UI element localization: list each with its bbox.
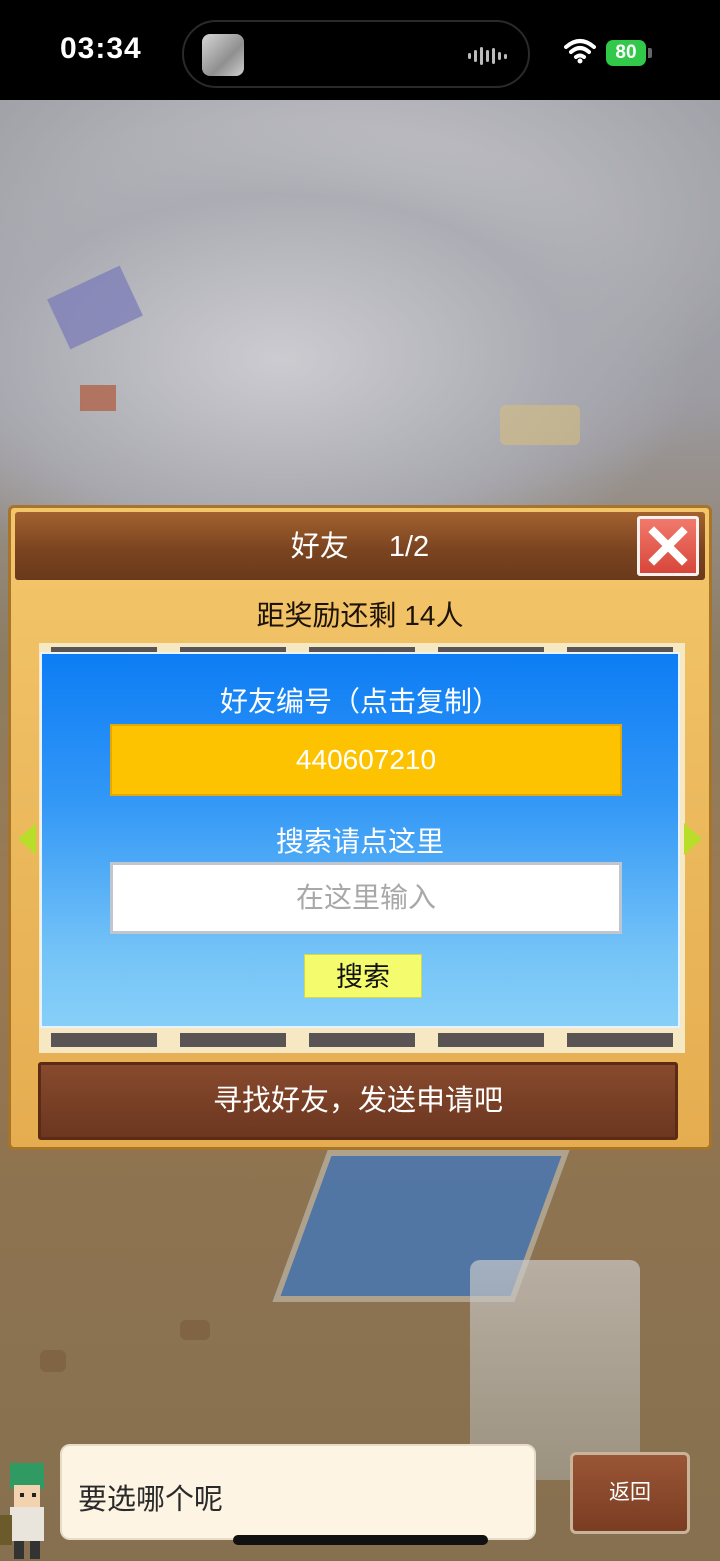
status-time: 03:34 bbox=[60, 32, 142, 65]
friend-id-copy-button[interactable]: 440607210 bbox=[110, 724, 622, 796]
back-button[interactable]: 返回 bbox=[570, 1452, 690, 1534]
reward-remaining-text: 距奖励还剩 14人 bbox=[256, 600, 464, 631]
close-icon bbox=[648, 526, 688, 566]
wifi-icon bbox=[564, 39, 596, 64]
status-bar: 03:34 80 bbox=[0, 0, 720, 100]
search-input[interactable] bbox=[110, 862, 622, 934]
arrow-right-icon[interactable] bbox=[684, 823, 702, 855]
arrow-left-icon[interactable] bbox=[18, 823, 36, 855]
slot-strip-bottom bbox=[39, 1033, 685, 1049]
friend-search-panel: 好友编号（点击复制） 440607210 搜索请点这里 搜索 bbox=[40, 652, 680, 1028]
dialog-header: 好友 1/2 bbox=[15, 512, 705, 580]
dialog-title: 好友 1/2 bbox=[15, 512, 705, 580]
close-button[interactable] bbox=[637, 516, 699, 576]
friend-id-label: 好友编号（点击复制） bbox=[219, 686, 500, 717]
sand-tile bbox=[500, 405, 580, 445]
dialog-title-text: 好友 bbox=[290, 531, 349, 563]
character-avatar bbox=[0, 1463, 44, 1559]
page-indicator: 1/2 bbox=[388, 531, 430, 563]
balloon-basket-sprite bbox=[80, 385, 116, 411]
ground-tile bbox=[180, 1320, 210, 1340]
battery-icon: 80 bbox=[606, 40, 646, 66]
battery-tip bbox=[648, 48, 652, 58]
dynamic-island[interactable] bbox=[182, 20, 530, 88]
audio-wave-icon bbox=[468, 46, 508, 66]
search-label: 搜索请点这里 bbox=[275, 826, 444, 857]
speech-bubble: 要选哪个呢 bbox=[60, 1444, 536, 1540]
balloon-sprite bbox=[47, 265, 143, 350]
home-indicator[interactable] bbox=[233, 1535, 488, 1545]
search-button[interactable]: 搜索 bbox=[304, 954, 422, 998]
speech-text: 要选哪个呢 bbox=[78, 1484, 224, 1516]
find-friends-button[interactable]: 寻找好友，发送申请吧 bbox=[38, 1062, 678, 1140]
ground-tile bbox=[40, 1350, 66, 1372]
now-playing-thumbnail bbox=[202, 34, 244, 76]
